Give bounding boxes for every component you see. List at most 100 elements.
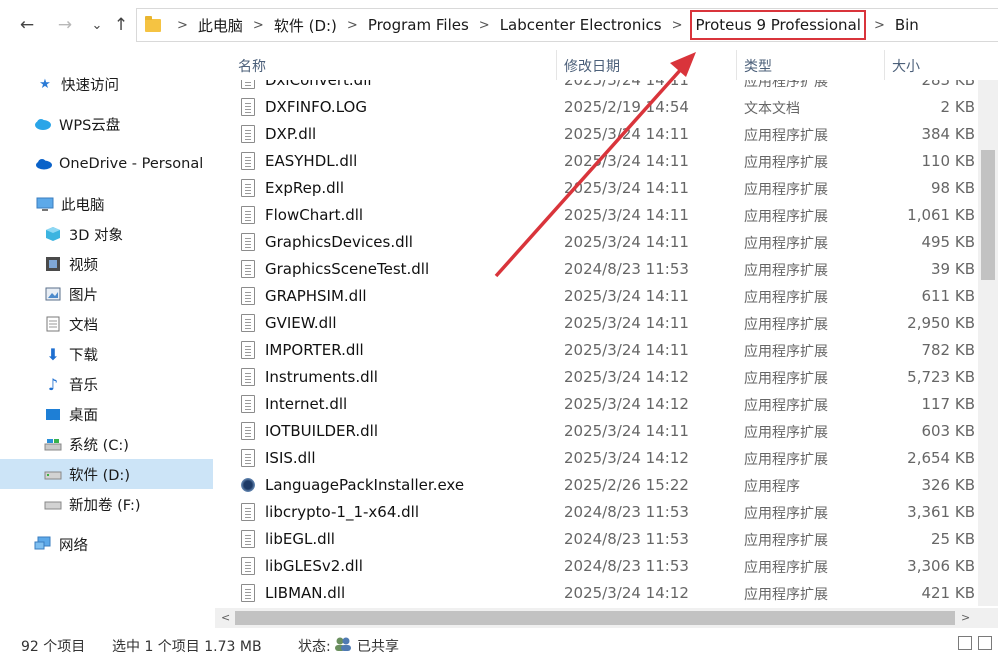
scrollbar-corner bbox=[978, 608, 998, 628]
large-icons-view-icon[interactable] bbox=[978, 636, 992, 650]
drive-icon bbox=[44, 436, 62, 452]
file-type: 应用程序扩展 bbox=[744, 209, 828, 225]
sidebar-item-downloads[interactable]: ⬇ 下载 bbox=[0, 339, 213, 369]
chevron-right-icon[interactable]: > bbox=[177, 18, 188, 33]
file-row[interactable]: Instruments.dll 2025/3/24 14:12 应用程序扩展 5,72… bbox=[215, 364, 998, 391]
sidebar-item-videos[interactable]: 视频 bbox=[0, 249, 213, 279]
file-date: 2025/3/24 14:12 bbox=[564, 395, 689, 413]
file-row[interactable]: libcrypto-1_1-x64.dll 2024/8/23 11:53 应用程序… bbox=[215, 499, 998, 526]
scroll-left-icon[interactable]: < bbox=[221, 611, 230, 624]
file-date: 2025/3/24 14:11 bbox=[564, 233, 689, 251]
file-row[interactable]: ISIS.dll 2025/3/24 14:12 应用程序扩展 2,654 KB bbox=[215, 445, 998, 472]
horizontal-scroll-thumb[interactable] bbox=[235, 611, 955, 625]
column-header-date[interactable]: 修改日期 bbox=[564, 56, 620, 76]
breadcrumb-labcenter[interactable]: Labcenter Electronics bbox=[500, 16, 662, 34]
document-icon bbox=[44, 316, 62, 332]
chevron-right-icon[interactable]: > bbox=[479, 18, 490, 33]
file-size: 1,061 KB bbox=[907, 206, 975, 224]
up-button[interactable]: ↑ bbox=[110, 14, 132, 36]
file-row[interactable]: DXP.dll 2025/3/24 14:11 应用程序扩展 384 KB bbox=[215, 121, 998, 148]
file-date: 2024/8/23 11:53 bbox=[564, 530, 689, 548]
file-row[interactable]: LanguagePackInstaller.exe 2025/2/26 15:22… bbox=[215, 472, 998, 499]
music-icon: ♪ bbox=[47, 374, 59, 394]
file-name: GRAPHSIM.dll bbox=[265, 287, 367, 305]
breadcrumb-proteus-highlighted[interactable]: Proteus 9 Professional bbox=[690, 10, 866, 40]
file-name: ISIS.dll bbox=[265, 449, 316, 467]
file-row[interactable]: libEGL.dll 2024/8/23 11:53 应用程序扩展 25 KB bbox=[215, 526, 998, 553]
sidebar-item-desktop[interactable]: 桌面 bbox=[0, 399, 213, 429]
file-row[interactable]: GVIEW.dll 2025/3/24 14:11 应用程序扩展 2,950 KB bbox=[215, 310, 998, 337]
file-size: 110 KB bbox=[921, 152, 975, 170]
sidebar-item-drive-c[interactable]: 系统 (C:) bbox=[0, 429, 213, 459]
sidebar-item-label: 新加卷 (F:) bbox=[69, 497, 141, 514]
file-size: 5,723 KB bbox=[907, 368, 975, 386]
breadcrumb-drive-d[interactable]: 软件 (D:) bbox=[274, 15, 337, 36]
chevron-right-icon[interactable]: > bbox=[672, 18, 683, 33]
column-header-type[interactable]: 类型 bbox=[744, 56, 772, 76]
sidebar-item-pictures[interactable]: 图片 bbox=[0, 279, 213, 309]
vertical-scroll-thumb[interactable] bbox=[981, 150, 995, 280]
file-row[interactable]: IMPORTER.dll 2025/3/24 14:11 应用程序扩展 782 KB bbox=[215, 337, 998, 364]
details-view-icon[interactable] bbox=[958, 636, 972, 650]
file-size: 3,306 KB bbox=[907, 557, 975, 575]
cube-icon bbox=[44, 226, 62, 242]
drive-icon bbox=[44, 466, 62, 482]
vertical-scrollbar[interactable] bbox=[978, 80, 998, 606]
file-row[interactable]: GraphicsDevices.dll 2025/3/24 14:11 应用程序扩展… bbox=[215, 229, 998, 256]
file-row[interactable]: IOTBUILDER.dll 2025/3/24 14:11 应用程序扩展 603 K… bbox=[215, 418, 998, 445]
recent-locations-button[interactable]: ⌄ bbox=[86, 14, 108, 36]
file-name: GVIEW.dll bbox=[265, 314, 337, 332]
file-size: 384 KB bbox=[921, 125, 975, 143]
file-row[interactable]: DXFINFO.LOG 2025/2/19 14:54 文本文档 2 KB bbox=[215, 94, 998, 121]
sidebar-item-onedrive[interactable]: OneDrive - Personal bbox=[0, 149, 213, 179]
column-divider[interactable] bbox=[884, 50, 885, 80]
file-row[interactable]: GRAPHSIM.dll 2025/3/24 14:11 应用程序扩展 611 KB bbox=[215, 283, 998, 310]
sidebar-item-music[interactable]: ♪ 音乐 bbox=[0, 369, 213, 399]
chevron-right-icon[interactable]: > bbox=[347, 18, 358, 33]
sidebar-item-label: 软件 (D:) bbox=[69, 467, 130, 484]
sidebar-item-wps-cloud[interactable]: WPS云盘 bbox=[0, 109, 213, 139]
sidebar-item-network[interactable]: 网络 bbox=[0, 529, 213, 559]
sidebar-item-drive-f[interactable]: 新加卷 (F:) bbox=[0, 489, 213, 519]
column-divider[interactable] bbox=[736, 50, 737, 80]
file-name: Internet.dll bbox=[265, 395, 348, 413]
file-date: 2025/3/24 14:11 bbox=[564, 152, 689, 170]
breadcrumb-bin[interactable]: Bin bbox=[895, 16, 919, 34]
file-row[interactable]: ExpRep.dll 2025/3/24 14:11 应用程序扩展 98 KB bbox=[215, 175, 998, 202]
file-row[interactable]: GraphicsSceneTest.dll 2024/8/23 11:53 应用程序… bbox=[215, 256, 998, 283]
file-row[interactable]: Internet.dll 2025/3/24 14:12 应用程序扩展 117 KB bbox=[215, 391, 998, 418]
file-icon bbox=[241, 260, 255, 278]
horizontal-scrollbar[interactable]: < > bbox=[215, 608, 978, 628]
file-icon bbox=[241, 179, 255, 197]
column-header-name[interactable]: 名称 bbox=[238, 56, 266, 76]
file-icon bbox=[241, 98, 255, 116]
file-row[interactable]: libGLESv2.dll 2024/8/23 11:53 应用程序扩展 3,306 … bbox=[215, 553, 998, 580]
file-row[interactable]: LIBMAN.dll 2025/3/24 14:12 应用程序扩展 421 KB bbox=[215, 580, 998, 606]
file-icon bbox=[241, 341, 255, 359]
file-icon bbox=[241, 125, 255, 143]
sidebar-item-3d-objects[interactable]: 3D 对象 bbox=[0, 219, 213, 249]
folder-icon bbox=[145, 15, 161, 32]
breadcrumb-this-pc[interactable]: 此电脑 bbox=[198, 15, 243, 36]
status-bar: 92 个项目 选中 1 个项目 1.73 MB 状态: 已共享 bbox=[0, 628, 998, 662]
chevron-right-icon[interactable]: > bbox=[253, 18, 264, 33]
column-header-size[interactable]: 大小 bbox=[892, 56, 920, 76]
file-type: 应用程序扩展 bbox=[744, 587, 828, 603]
scroll-right-icon[interactable]: > bbox=[961, 611, 970, 624]
file-row[interactable]: EASYHDL.dll 2025/3/24 14:11 应用程序扩展 110 KB bbox=[215, 148, 998, 175]
forward-button[interactable]: → bbox=[54, 14, 76, 36]
back-button[interactable]: ← bbox=[16, 14, 38, 36]
sidebar-item-documents[interactable]: 文档 bbox=[0, 309, 213, 339]
chevron-right-icon[interactable]: > bbox=[874, 18, 885, 33]
breadcrumb-program-files[interactable]: Program Files bbox=[368, 16, 469, 34]
column-divider[interactable] bbox=[556, 50, 557, 80]
sidebar-item-quick-access[interactable]: ★ 快速访问 bbox=[0, 69, 213, 99]
installer-icon bbox=[241, 476, 255, 494]
file-date: 2025/3/24 14:12 bbox=[564, 584, 689, 602]
navigation-pane: ★ 快速访问 WPS云盘 OneDrive - Personal 此电脑 3D … bbox=[0, 50, 213, 628]
file-name: libGLESv2.dll bbox=[265, 557, 363, 575]
file-row[interactable]: FlowChart.dll 2025/3/24 14:11 应用程序扩展 1,061 … bbox=[215, 202, 998, 229]
sidebar-item-drive-d[interactable]: 软件 (D:) bbox=[0, 459, 213, 489]
file-type: 应用程序扩展 bbox=[744, 371, 828, 387]
sidebar-item-this-pc[interactable]: 此电脑 bbox=[0, 189, 213, 219]
